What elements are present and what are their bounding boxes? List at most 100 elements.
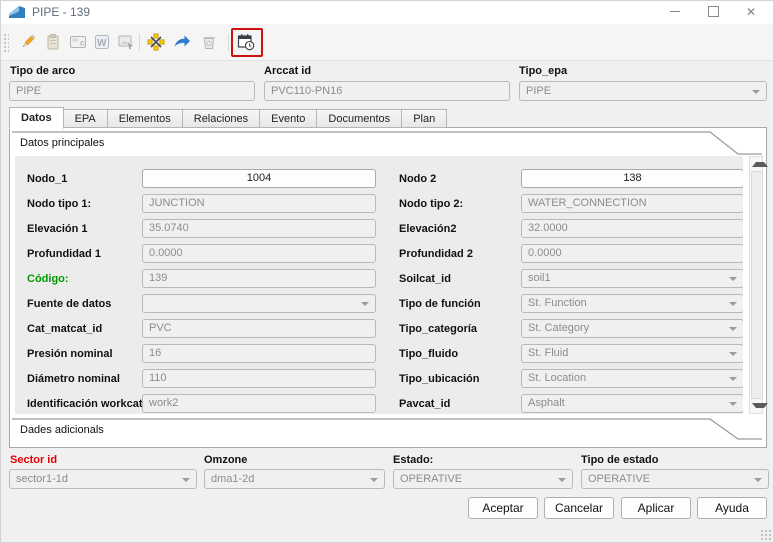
additional-section-title[interactable]: Dades adicionals — [20, 424, 104, 436]
main-section-title: Datos principales — [20, 137, 105, 149]
tab-epa[interactable]: EPA — [63, 109, 108, 128]
paste-icon — [44, 33, 64, 53]
tab-documentos[interactable]: Documentos — [317, 109, 403, 128]
chevron-down-icon — [558, 478, 566, 482]
help-button[interactable]: Ayuda — [697, 497, 767, 519]
maximize-icon[interactable] — [695, 1, 731, 24]
datos-tab-panel: Datos principales Nodo_1 1004 Nodo 2 138… — [9, 127, 768, 448]
chevron-down-icon — [752, 90, 760, 94]
tab-relaciones[interactable]: Relaciones — [182, 109, 261, 128]
omzone-label: Omzone — [204, 454, 248, 466]
elevacion2-input[interactable]: 32.0000 — [521, 219, 743, 238]
profundidad1-input[interactable]: 0.0000 — [142, 244, 376, 263]
field-label: Nodo_1 — [27, 173, 68, 185]
tab-plan[interactable]: Plan — [402, 109, 448, 128]
tipo-estado-label: Tipo de estado — [581, 454, 659, 466]
form-row: Nodo tipo 1: JUNCTION Nodo tipo 2: WATER… — [15, 194, 743, 214]
diametro-nominal-input[interactable]: 110 — [142, 369, 376, 388]
field-label: Pavcat_id — [399, 398, 451, 410]
field-label: Cat_matcat_id — [27, 323, 103, 335]
arc-type-input[interactable]: PIPE — [9, 81, 255, 101]
field-label: Nodo 2 — [399, 173, 437, 185]
arccat-id-input[interactable]: PVC110-PN16 — [264, 81, 510, 101]
tipo-funcion-select[interactable]: St. Function — [521, 294, 743, 313]
workcat-input[interactable]: work2 — [142, 394, 376, 413]
field-label: Elevación2 — [399, 223, 457, 235]
codigo-input[interactable]: 139 — [142, 269, 376, 288]
move-node-icon[interactable] — [147, 33, 167, 53]
epa-type-select[interactable]: PIPE — [519, 81, 767, 101]
field-label: Profundidad 2 — [399, 248, 473, 260]
chevron-down-icon — [729, 377, 737, 381]
close-icon[interactable]: ✕ — [733, 1, 769, 24]
chevron-down-icon — [729, 402, 737, 406]
toolbar-drag-handle[interactable] — [3, 33, 9, 53]
chevron-down-icon — [361, 302, 369, 306]
field-label: Fuente de datos — [27, 298, 112, 310]
scrollbar-thumb[interactable] — [751, 171, 763, 399]
field-label: Nodo tipo 1: — [27, 198, 92, 210]
field-label: Identificación workcat — [27, 398, 143, 410]
tab-datos[interactable]: Datos — [9, 107, 64, 129]
chevron-down-icon — [182, 478, 190, 482]
resize-grip[interactable] — [760, 529, 771, 540]
fuente-datos-select[interactable] — [142, 294, 376, 313]
cat-matcat-input[interactable]: PVC — [142, 319, 376, 338]
field-label: Presión nominal — [27, 348, 113, 360]
field-label: Profundidad 1 — [27, 248, 101, 260]
profundidad2-input[interactable]: 0.0000 — [521, 244, 743, 263]
epa-type-label: Tipo_epa — [519, 65, 568, 77]
chevron-down-icon — [729, 327, 737, 331]
tipo-fluido-select[interactable]: St. Fluid — [521, 344, 743, 363]
form-row: Identificación workcat work2 Pavcat_id A… — [15, 394, 743, 414]
toolbar: c W — [1, 24, 773, 61]
arccat-id-label: Arccat id — [264, 65, 312, 77]
form-row: Nodo_1 1004 Nodo 2 138 — [15, 169, 743, 189]
toolbar-separator — [139, 34, 140, 51]
catalog-icon: c — [69, 33, 89, 53]
omzone-select[interactable]: dma1-2d — [204, 469, 385, 489]
scroll-down-icon[interactable] — [752, 403, 768, 408]
tipo-categoria-select[interactable]: St. Category — [521, 319, 743, 338]
form-row: Elevación 1 35.0740 Elevación2 32.0000 — [15, 219, 743, 239]
apply-button[interactable]: Aplicar — [621, 497, 691, 519]
date-clock-icon[interactable] — [237, 33, 257, 53]
field-label: Elevación 1 — [27, 223, 88, 235]
cancel-button[interactable]: Cancelar — [544, 497, 614, 519]
chevron-down-icon — [370, 478, 378, 482]
nodo2-button[interactable]: 138 — [521, 169, 743, 188]
nodo1-button[interactable]: 1004 — [142, 169, 376, 188]
presion-nominal-input[interactable]: 16 — [142, 344, 376, 363]
nodo-tipo2-input[interactable]: WATER_CONNECTION — [521, 194, 743, 213]
svg-text:c: c — [80, 39, 85, 48]
soilcat-select[interactable]: soil1 — [521, 269, 743, 288]
pavcat-select[interactable]: Asphalt — [521, 394, 743, 413]
estado-select[interactable]: OPERATIVE — [393, 469, 573, 489]
edit-icon[interactable] — [19, 33, 39, 53]
tab-evento[interactable]: Evento — [260, 109, 318, 128]
field-label: Soilcat_id — [399, 273, 451, 285]
tipo-estado-select[interactable]: OPERATIVE — [581, 469, 769, 489]
tab-elementos[interactable]: Elementos — [107, 109, 183, 128]
accept-button[interactable]: Aceptar — [468, 497, 538, 519]
form-row: Código: 139 Soilcat_id soil1 — [15, 269, 743, 289]
form-row: Fuente de datos Tipo de función St. Func… — [15, 294, 743, 314]
codigo-label: Código: — [27, 273, 69, 285]
form-row: Diámetro nominal 110 Tipo_ubicación St. … — [15, 369, 743, 389]
scroll-up-icon[interactable] — [752, 162, 768, 167]
arc-type-label: Tipo de arco — [10, 65, 76, 77]
sector-id-select[interactable]: sector1-1d — [9, 469, 197, 489]
svg-text:W: W — [97, 38, 107, 49]
flow-direction-icon[interactable] — [173, 33, 193, 53]
delete-icon — [200, 33, 220, 53]
vertical-scrollbar[interactable] — [749, 156, 768, 414]
field-label: Tipo_categoría — [399, 323, 478, 335]
main-section-border — [12, 131, 762, 155]
elevacion1-input[interactable]: 35.0740 — [142, 219, 376, 238]
minimize-icon[interactable] — [657, 1, 693, 24]
nodo-tipo1-input[interactable]: JUNCTION — [142, 194, 376, 213]
field-label: Nodo tipo 2: — [399, 198, 464, 210]
tipo-ubicacion-select[interactable]: St. Location — [521, 369, 743, 388]
sector-id-label: Sector id — [10, 454, 58, 466]
tab-bar: Datos EPA Elementos Relaciones Evento Do… — [9, 106, 448, 129]
